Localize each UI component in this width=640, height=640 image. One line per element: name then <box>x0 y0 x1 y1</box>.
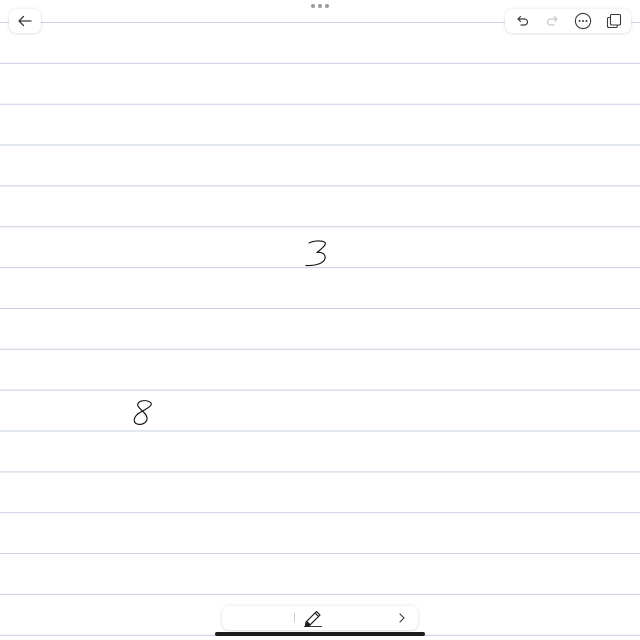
chevron-right-icon <box>399 613 405 623</box>
handle-dot <box>325 4 329 8</box>
pencil-tool-button[interactable] <box>302 608 324 628</box>
pencil-toolbar <box>222 606 418 630</box>
handwritten-digit-3 <box>305 240 326 267</box>
undo-icon <box>517 15 529 26</box>
arrow-left-icon <box>18 15 32 27</box>
more-options-button[interactable] <box>571 10 595 32</box>
copy-pages-icon <box>606 13 621 29</box>
pages-button[interactable] <box>602 10 626 32</box>
actions-toolbar <box>505 9 631 33</box>
handle-dot <box>318 4 322 8</box>
back-button[interactable] <box>9 9 41 33</box>
redo-button[interactable] <box>541 10 565 32</box>
ruled-lines <box>0 22 640 636</box>
multitasking-handle[interactable] <box>311 4 329 8</box>
ellipsis-circle-icon <box>575 12 592 30</box>
pencil-icon <box>304 610 322 627</box>
redo-icon <box>546 15 558 26</box>
handwritten-digit-8 <box>133 400 152 425</box>
expand-toolbar-button[interactable] <box>394 609 410 627</box>
undo-button[interactable] <box>510 10 534 32</box>
note-canvas[interactable] <box>0 0 640 640</box>
text-caret <box>294 613 295 622</box>
handle-dot <box>311 4 315 8</box>
home-indicator[interactable] <box>215 632 425 636</box>
